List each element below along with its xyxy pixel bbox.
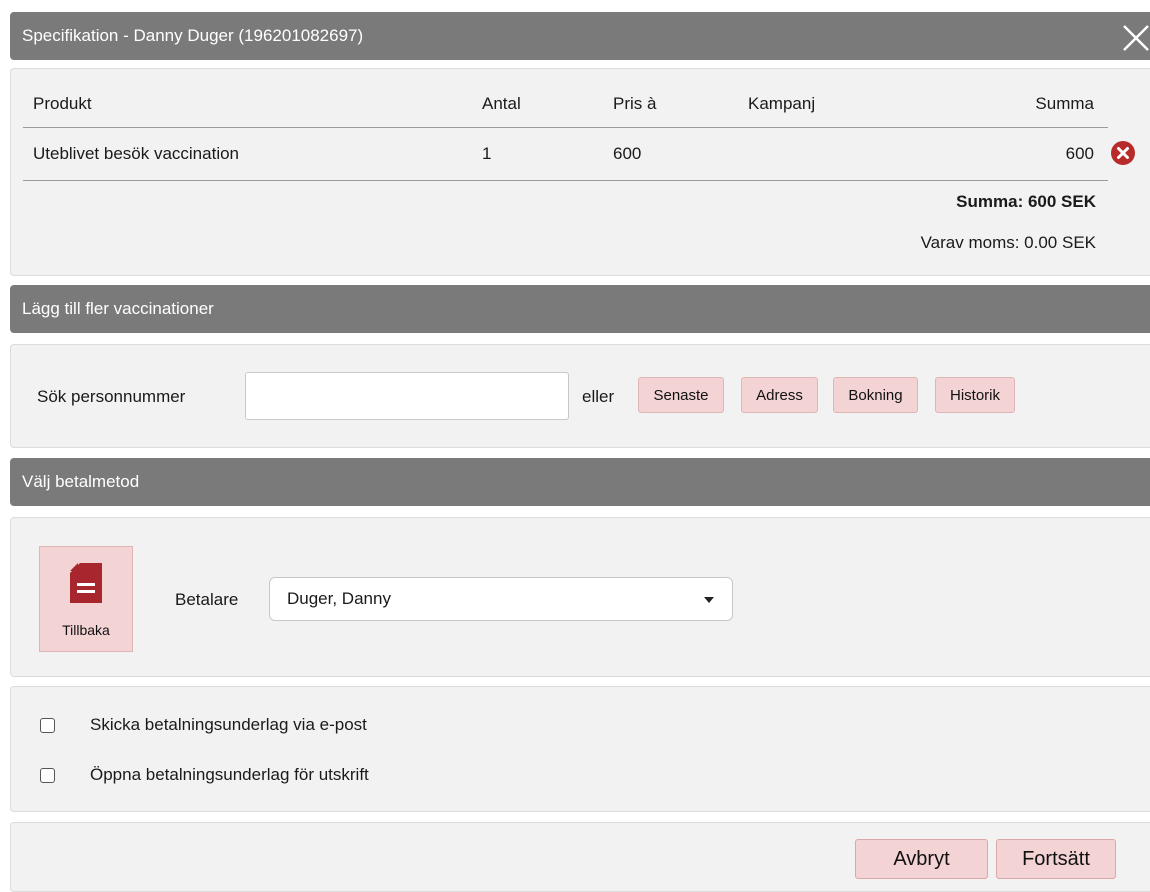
specification-panel: Produkt Antal Pris à Kampanj Summa Utebl… — [10, 68, 1150, 276]
header-quantity: Antal — [482, 94, 521, 113]
chevron-down-icon — [704, 597, 714, 603]
row-product: Uteblivet besök vaccination — [33, 144, 240, 163]
dialog-title: Specifikation - Danny Duger (19620108269… — [22, 26, 364, 45]
footer-panel: Avbryt Fortsätt — [10, 822, 1150, 892]
address-button[interactable]: Adress — [741, 377, 818, 413]
search-label: Sök personnummer — [37, 387, 186, 406]
total-sum: Summa: 600 SEK — [956, 192, 1096, 211]
table-header-row: Produkt Antal Pris à Kampanj Summa — [23, 81, 1108, 128]
document-icon — [66, 559, 106, 612]
back-button[interactable]: Tillbaka — [39, 546, 133, 652]
payer-select[interactable]: Duger, Danny — [269, 577, 733, 621]
payment-method-header: Välj betalmetod — [10, 458, 1150, 506]
header-campaign: Kampanj — [748, 94, 816, 113]
specification-table: Produkt Antal Pris à Kampanj Summa Utebl… — [23, 81, 1108, 181]
header-product: Produkt — [33, 94, 92, 113]
back-label: Tillbaka — [62, 622, 110, 638]
add-more-title: Lägg till fler vaccinationer — [22, 299, 214, 318]
vat-amount: Varav moms: 0.00 SEK — [920, 233, 1096, 252]
add-more-panel: Sök personnummer eller Senaste Adress Bo… — [10, 344, 1150, 448]
row-sum: 600 — [1065, 144, 1094, 163]
header-sum: Summa — [1035, 94, 1094, 113]
booking-button[interactable]: Bokning — [833, 377, 918, 413]
table-row: Uteblivet besök vaccination 1 600 600 — [23, 128, 1108, 181]
email-option-label: Skicka betalningsunderlag via e-post — [90, 715, 367, 734]
email-checkbox[interactable] — [40, 718, 55, 733]
close-icon[interactable] — [1118, 20, 1150, 52]
recent-button[interactable]: Senaste — [638, 377, 724, 413]
dialog-title-bar: Specifikation - Danny Duger (19620108269… — [10, 12, 1150, 60]
row-price: 600 — [613, 144, 642, 163]
cancel-button[interactable]: Avbryt — [855, 839, 988, 879]
continue-button[interactable]: Fortsätt — [996, 839, 1116, 879]
payer-label: Betalare — [175, 590, 239, 609]
options-panel: Skicka betalningsunderlag via e-post Öpp… — [10, 686, 1150, 812]
personal-number-input[interactable] — [245, 372, 569, 420]
header-price: Pris à — [613, 94, 657, 113]
print-option-label: Öppna betalningsunderlag för utskrift — [90, 765, 369, 784]
payment-panel: Tillbaka Betalare Duger, Danny — [10, 517, 1150, 677]
print-checkbox[interactable] — [40, 768, 55, 783]
add-more-header: Lägg till fler vaccinationer — [10, 285, 1150, 333]
remove-row-icon[interactable] — [1111, 141, 1135, 165]
payer-value: Duger, Danny — [287, 589, 391, 608]
history-button[interactable]: Historik — [935, 377, 1015, 413]
or-label: eller — [582, 387, 615, 406]
payment-method-title: Välj betalmetod — [22, 472, 140, 491]
row-quantity: 1 — [482, 144, 492, 163]
